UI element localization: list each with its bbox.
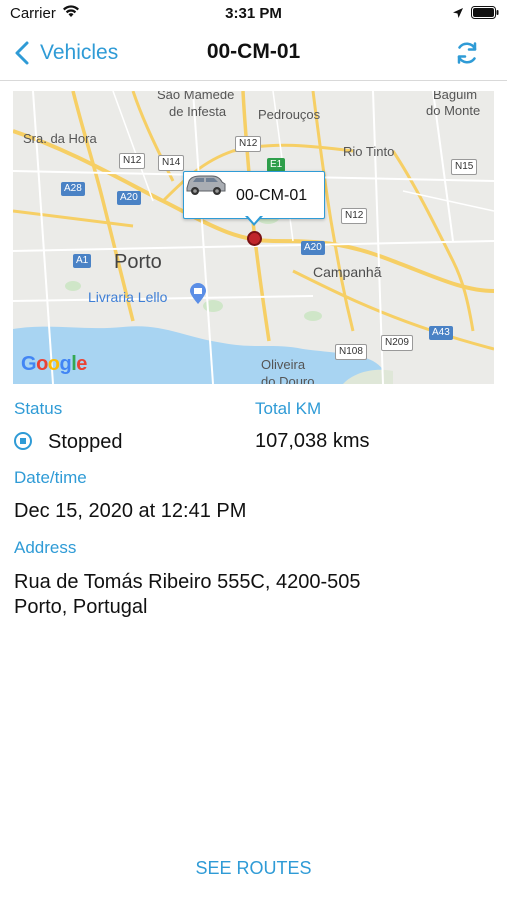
address-value: Rua de Tomás Ribeiro 555C, 4200-505 Port… [14, 570, 474, 620]
map-label-porto: Porto [114, 251, 162, 273]
road-shield-n15: N15 [451, 159, 478, 175]
car-icon [186, 175, 226, 195]
status-value: Stopped [48, 431, 123, 453]
road-shield-n12: N12 [119, 153, 146, 169]
datetime-value: Dec 15, 2020 at 12:41 PM [14, 500, 247, 522]
road-shield-n12: N12 [341, 208, 368, 224]
navigation-bar: Vehicles 00-CM-01 [0, 28, 507, 81]
map-label-sao-mamede: São Mamede [157, 91, 235, 102]
road-shield-a1: A1 [73, 254, 92, 268]
refresh-button[interactable] [454, 40, 480, 71]
address-line-1: Rua de Tomás Ribeiro 555C, 4200-505 [14, 571, 361, 593]
map-label-baguim: Baguim [433, 91, 478, 102]
address-line-2: Porto, Portugal [14, 596, 148, 618]
road-shield-a20: A20 [117, 191, 141, 205]
vehicle-map[interactable]: São Mamede de Infesta Pedrouços Baguim d… [13, 91, 494, 384]
map-label-rio-tinto: Rio Tinto [343, 144, 395, 159]
map-label-sra-da-hora: Sra. da Hora [23, 131, 97, 146]
road-shield-a28: A28 [61, 182, 85, 196]
status-bar: Carrier 3:31 PM [0, 0, 507, 28]
map-label-pedroucos: Pedrouços [258, 107, 321, 122]
map-label-do-douro: do Douro [261, 374, 315, 384]
map-label-livraria-lello: Livraria Lello [88, 289, 168, 305]
address-label: Address [14, 538, 77, 557]
road-shield-n209: N209 [381, 335, 413, 351]
road-shield-n14: N14 [158, 155, 185, 171]
map-label-de-infesta: de Infesta [169, 104, 227, 119]
stopped-status-icon [14, 432, 32, 450]
battery-icon [471, 6, 499, 24]
location-arrow-icon [452, 6, 464, 24]
map-label-campanha: Campanhã [313, 264, 382, 280]
road-shield-e1: E1 [267, 158, 286, 172]
see-routes-button[interactable]: SEE ROUTES [0, 858, 507, 879]
road-shield-n12: N12 [235, 136, 262, 152]
map-label-oliveira: Oliveira [261, 357, 306, 372]
callout-tail-inner [247, 215, 261, 223]
datetime-label: Date/time [14, 468, 87, 487]
map-label-do-monte: do Monte [426, 103, 481, 118]
road-shield-a20: A20 [301, 241, 325, 255]
refresh-icon [457, 42, 477, 64]
callout-plate-label: 00-CM-01 [236, 187, 308, 204]
total-km-label: Total KM [255, 399, 322, 418]
status-label: Status [14, 399, 63, 418]
road-shield-n108: N108 [335, 344, 367, 360]
page-title: 00-CM-01 [206, 40, 301, 63]
vehicle-location-marker[interactable] [247, 231, 262, 246]
google-logo: Google [21, 353, 87, 375]
clock-label: 3:31 PM [225, 5, 282, 22]
total-km-value: 107,038 kms [255, 430, 370, 452]
road-shield-a43: A43 [429, 326, 453, 340]
vehicle-callout[interactable]: 00-CM-01 [183, 171, 325, 219]
